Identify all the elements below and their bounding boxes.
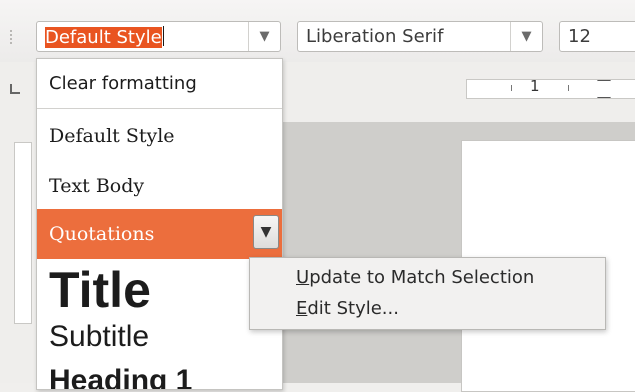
paragraph-style-list: Clear formatting Default Style Text Body…: [36, 58, 283, 390]
ruler-corner-icon: [10, 84, 20, 94]
menu-mnemonic: U: [296, 267, 310, 288]
vertical-ruler: [0, 62, 37, 383]
style-item-default-style[interactable]: Default Style: [37, 111, 282, 161]
style-item-subtitle[interactable]: Subtitle: [37, 317, 282, 357]
ruler-tick: [568, 85, 569, 91]
style-context-menu: Update to Match Selection Edit Style...: [249, 257, 606, 330]
menu-mnemonic: E: [296, 298, 308, 319]
style-item-quotations-label: Quotations: [49, 223, 155, 245]
triangle-down-icon: ▼: [260, 224, 272, 240]
vertical-ruler-scale: [14, 142, 32, 324]
font-size-combobox[interactable]: 12: [559, 21, 635, 52]
paragraph-style-input[interactable]: Default Style: [45, 26, 164, 48]
menu-item-label: pdate to Match Selection: [309, 267, 535, 288]
style-item-clear-formatting[interactable]: Clear formatting: [37, 59, 282, 109]
font-size-input[interactable]: 12: [568, 26, 591, 47]
style-item-text-body[interactable]: Text Body: [37, 161, 282, 211]
toolbar-grip-icon[interactable]: [10, 30, 12, 44]
chevron-down-icon[interactable]: ▼: [510, 22, 542, 51]
paragraph-style-combobox[interactable]: Default Style ▼: [36, 21, 281, 52]
menu-item-label: dit Style...: [307, 298, 399, 319]
menu-item-edit-style[interactable]: Edit Style...: [296, 298, 399, 319]
menu-item-update-to-match-selection[interactable]: Update to Match Selection: [296, 267, 534, 288]
font-name-combobox[interactable]: Liberation Serif ▼: [297, 21, 543, 52]
chevron-down-icon[interactable]: ▼: [248, 22, 280, 51]
paragraph-style-selected-text: Default Style: [45, 27, 162, 48]
style-item-title[interactable]: Title: [37, 259, 282, 319]
ruler-mark: 1: [530, 77, 540, 95]
horizontal-ruler-scale: [466, 79, 635, 99]
ruler-tick: [511, 85, 512, 91]
text-caret: [162, 26, 164, 46]
style-item-heading-1[interactable]: Heading 1: [37, 359, 282, 389]
style-menu-button[interactable]: ▼: [253, 215, 279, 249]
font-name-input[interactable]: Liberation Serif: [306, 26, 443, 47]
style-item-quotations[interactable]: Quotations ▼: [37, 209, 282, 259]
